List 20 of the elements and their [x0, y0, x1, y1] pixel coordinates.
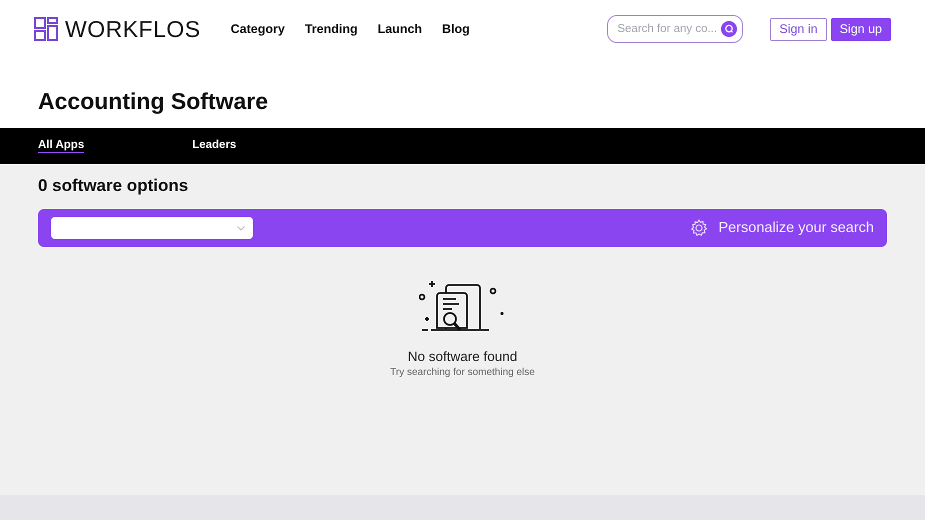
tab[interactable]: All Apps: [38, 139, 84, 153]
logo-icon: [34, 17, 58, 41]
tab[interactable]: Leaders: [192, 139, 236, 153]
brand-name[interactable]: WORKFLOS: [65, 16, 201, 42]
nav-link[interactable]: Blog: [442, 22, 470, 36]
empty-subtitle: Try searching for something else: [390, 367, 535, 378]
page-title: Accounting Software: [37, 87, 270, 116]
chevron-icon: [237, 226, 245, 230]
search-icon[interactable]: [721, 21, 738, 37]
dropdown-field[interactable]: [51, 217, 253, 239]
personalize-link[interactable]: Personalize your search: [718, 220, 874, 236]
sign-in-button[interactable]: Sign in: [770, 18, 827, 40]
gear-icon: [690, 219, 708, 237]
empty-title: No software found: [408, 349, 518, 364]
nav-link[interactable]: Launch: [378, 22, 422, 36]
search-field[interactable]: Search for any co...: [607, 15, 744, 43]
nav-link[interactable]: Trending: [304, 22, 358, 36]
sign-up-button[interactable]: Sign up: [830, 18, 891, 40]
nav-link[interactable]: Category: [230, 22, 285, 36]
result-count: 0 software options: [38, 176, 190, 196]
